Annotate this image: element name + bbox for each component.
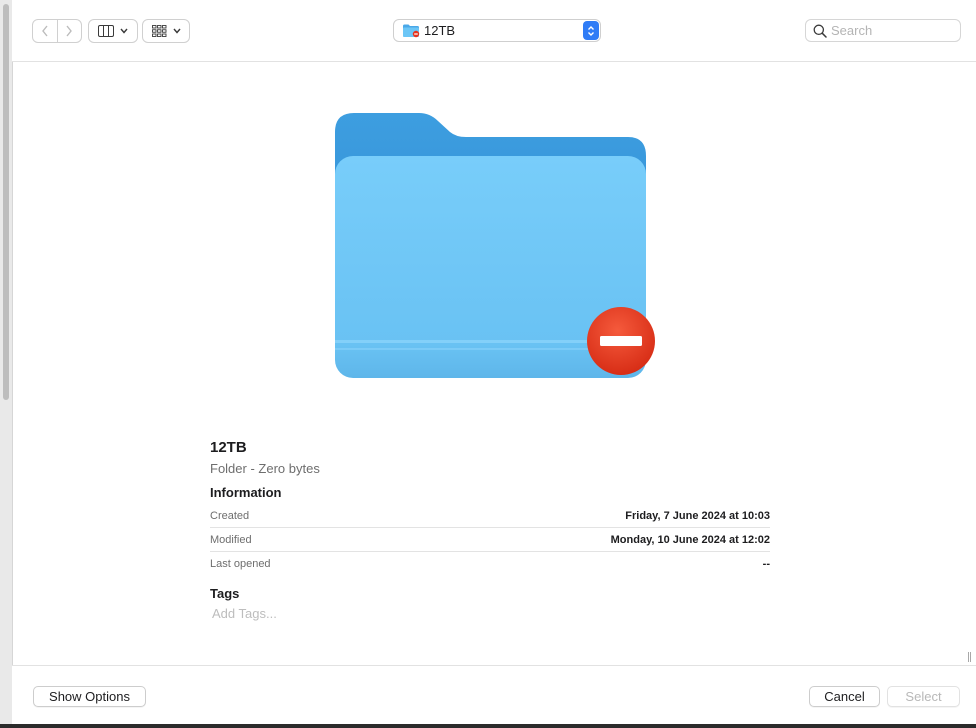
folder-small-icon (403, 24, 420, 38)
info-row-last-opened: Last opened -- (210, 551, 770, 575)
info-label: Created (210, 509, 250, 522)
info-row-created: Created Friday, 7 June 2024 at 10:03 (210, 504, 770, 527)
forward-button[interactable] (56, 20, 82, 42)
column-view-icon (98, 25, 114, 37)
search-field[interactable] (805, 19, 961, 42)
info-value: -- (762, 557, 770, 570)
navigation-buttons (32, 19, 82, 43)
information-heading: Information (210, 485, 282, 500)
grid-group-icon (151, 25, 166, 37)
info-value: Monday, 10 June 2024 at 12:02 (610, 533, 770, 546)
select-button[interactable]: Select (887, 686, 960, 707)
tags-heading: Tags (210, 586, 240, 601)
cancel-button[interactable]: Cancel (809, 686, 880, 707)
location-stepper[interactable] (583, 21, 599, 40)
location-label: 12TB (424, 23, 456, 38)
info-label: Modified (210, 533, 252, 546)
group-by-button[interactable] (142, 19, 190, 43)
info-row-modified: Modified Monday, 10 June 2024 at 12:02 (210, 527, 770, 551)
chevron-down-icon (120, 28, 128, 34)
search-input[interactable] (831, 23, 951, 38)
up-down-chevron-icon (588, 25, 594, 36)
location-popup[interactable]: 12TB (393, 19, 601, 42)
view-mode-button[interactable] (88, 19, 138, 43)
information-table: Created Friday, 7 June 2024 at 10:03 Mod… (210, 504, 770, 575)
file-name: 12TB (210, 439, 247, 456)
tags-input[interactable] (210, 606, 514, 621)
chevron-down-icon (172, 28, 181, 34)
info-label: Last opened (210, 557, 271, 570)
resize-handle[interactable] (968, 652, 974, 662)
dialog-footer: Show Options Cancel Select (12, 665, 976, 725)
search-icon (813, 24, 827, 38)
show-options-button[interactable]: Show Options (33, 686, 146, 707)
file-kind: Folder - Zero bytes (210, 461, 320, 476)
scrollbar-thumb[interactable] (3, 4, 9, 400)
folder-icon (335, 113, 655, 378)
info-value: Friday, 7 June 2024 at 10:03 (625, 509, 770, 522)
toolbar: 12TB (12, 0, 976, 62)
back-button[interactable] (33, 20, 57, 42)
chevron-right-icon (66, 25, 73, 37)
chevron-left-icon (41, 25, 48, 37)
window-bottom-edge (0, 724, 976, 728)
sidebar-scrollbar[interactable] (0, 0, 13, 728)
